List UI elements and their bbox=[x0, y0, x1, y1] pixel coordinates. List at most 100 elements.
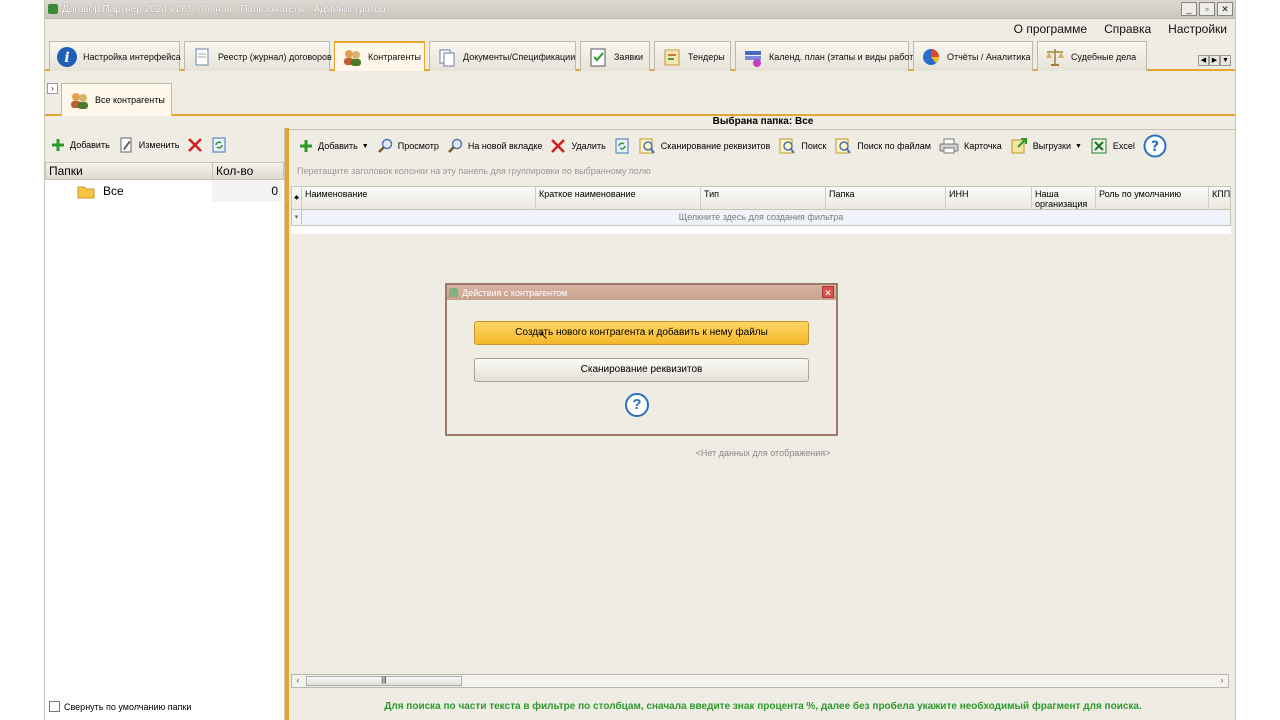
tab-scroll: ◀ ▶ ▼ bbox=[1198, 55, 1231, 66]
users-icon bbox=[344, 50, 361, 66]
tab-scroll-right[interactable]: ▶ bbox=[1209, 55, 1220, 66]
svg-text:i: i bbox=[64, 50, 69, 66]
folder-name: Все bbox=[103, 184, 124, 198]
sub-tabs: › Все контрагенты bbox=[45, 79, 1235, 116]
create-counterparty-button[interactable]: Создать нового контрагента и добавить к … bbox=[474, 321, 809, 345]
col-folder[interactable]: Папка bbox=[826, 187, 946, 209]
folder-add-button[interactable]: Добавить bbox=[51, 138, 110, 152]
col-default-role[interactable]: Роль по умолчанию bbox=[1096, 187, 1209, 209]
delete-icon bbox=[551, 139, 566, 153]
file-search-button[interactable]: Поиск по файлам bbox=[834, 137, 931, 155]
add-button[interactable]: Добавить ▼ bbox=[299, 139, 369, 153]
scroll-thumb[interactable]: ||| bbox=[306, 676, 462, 686]
tab-requests[interactable]: Заявки bbox=[580, 41, 650, 71]
folder-refresh-button[interactable] bbox=[211, 137, 227, 153]
menu-bar: О программе Справка Настройки bbox=[45, 19, 1235, 39]
dialog-close-button[interactable]: ✕ bbox=[822, 286, 834, 298]
grid-corner[interactable]: ◆ bbox=[292, 187, 302, 209]
dialog-help-icon[interactable]: ? bbox=[625, 393, 649, 417]
menu-about[interactable]: О программе bbox=[1014, 22, 1087, 36]
dialog-title: Действия с контрагентом bbox=[462, 287, 568, 298]
minimize-button[interactable]: _ bbox=[1181, 2, 1197, 16]
dialog-icon bbox=[449, 288, 458, 297]
checklist-icon bbox=[590, 48, 606, 66]
card-button[interactable]: Карточка bbox=[939, 138, 1002, 154]
no-data-message: <Нет данных для отображения> bbox=[695, 448, 831, 458]
scan-requisites-dialog-button[interactable]: Сканирование реквизитов bbox=[474, 358, 809, 382]
folder-delete-button[interactable] bbox=[187, 137, 203, 153]
help-button[interactable]: ? bbox=[1143, 134, 1167, 158]
info-icon: i bbox=[57, 46, 77, 67]
menu-settings[interactable]: Настройки bbox=[1168, 22, 1227, 36]
title-bar: Договор Партнер 2024 v17.0 Полная . Поль… bbox=[45, 0, 1235, 19]
col-type[interactable]: Тип bbox=[701, 187, 826, 209]
selected-folder-label: Выбрана папка: Все bbox=[289, 116, 1235, 130]
counterparties-grid: ◆ Наименование Краткое наименование Тип … bbox=[291, 186, 1231, 234]
documents-icon bbox=[439, 49, 455, 66]
menu-help[interactable]: Справка bbox=[1104, 22, 1151, 36]
grid-header: ◆ Наименование Краткое наименование Тип … bbox=[291, 186, 1231, 210]
folder-edit-button[interactable]: Изменить bbox=[118, 137, 179, 153]
tab-calendar-plan[interactable]: Календ. план (этапы и виды работ) bbox=[735, 41, 916, 71]
filter-icon: ▾ bbox=[292, 210, 302, 225]
scroll-left-arrow[interactable]: ‹ bbox=[292, 675, 304, 687]
open-new-tab-button[interactable]: На новой вкладке bbox=[447, 138, 542, 154]
tab-interface-settings[interactable]: i Настройка интерфейса bbox=[49, 41, 181, 71]
filter-row[interactable]: ▾ Щелкните здесь для создания фильтра bbox=[291, 210, 1231, 226]
expand-panel-button[interactable]: › bbox=[47, 83, 58, 94]
view-button[interactable]: Просмотр bbox=[377, 138, 439, 154]
maximize-button[interactable]: ▫ bbox=[1199, 2, 1215, 16]
counterparties-toolbar: Добавить ▼ Просмотр На новой вкладке Уда… bbox=[289, 130, 1235, 162]
tab-contracts-registry[interactable]: Реестр (журнал) договоров bbox=[184, 41, 332, 71]
group-by-panel[interactable]: Перетащите заголовок колонки на эту пане… bbox=[289, 162, 1235, 182]
search-hint: Для поиска по части текста в фильтре по … bbox=[384, 701, 1142, 712]
file-search-icon bbox=[835, 138, 852, 154]
tab-court-cases[interactable]: Судебные дела bbox=[1037, 41, 1147, 71]
folder-row[interactable]: Все 0 bbox=[45, 180, 284, 202]
tender-icon bbox=[664, 49, 680, 65]
plus-icon bbox=[300, 140, 312, 152]
delete-button[interactable]: Удалить bbox=[550, 138, 606, 154]
horizontal-scrollbar[interactable]: ‹ ||| › bbox=[291, 674, 1229, 688]
svg-text:?: ? bbox=[1151, 139, 1159, 155]
pie-chart-icon bbox=[923, 48, 939, 65]
tab-scroll-left[interactable]: ◀ bbox=[1198, 55, 1209, 66]
app-icon bbox=[48, 4, 58, 14]
col-inn[interactable]: ИНН bbox=[946, 187, 1032, 209]
excel-button[interactable]: Excel bbox=[1090, 137, 1135, 155]
refresh-icon bbox=[615, 138, 629, 154]
tab-list-dropdown[interactable]: ▼ bbox=[1220, 55, 1231, 66]
scroll-right-arrow[interactable]: › bbox=[1216, 675, 1228, 687]
app-window: Договор Партнер 2024 v17.0 Полная . Поль… bbox=[44, 0, 1236, 720]
search-button[interactable]: Поиск bbox=[778, 137, 826, 155]
tab-documents[interactable]: Документы/Спецификации bbox=[429, 41, 576, 71]
col-our-org[interactable]: Наша организация bbox=[1032, 187, 1096, 209]
tab-all-counterparties[interactable]: Все контрагенты bbox=[61, 83, 172, 116]
users-icon bbox=[71, 93, 88, 109]
scan-icon bbox=[639, 138, 655, 154]
col-name[interactable]: Наименование bbox=[302, 187, 536, 209]
mouse-cursor-icon: ↖ bbox=[539, 330, 549, 342]
excel-icon bbox=[1091, 138, 1107, 154]
tab-counterparties[interactable]: Контрагенты bbox=[334, 41, 425, 71]
col-short-name[interactable]: Краткое наименование bbox=[536, 187, 701, 209]
col-count[interactable]: Кол-во bbox=[213, 163, 283, 179]
collapse-folders-option[interactable]: Свернуть по умолчанию папки bbox=[49, 701, 191, 712]
magnifier-icon bbox=[377, 138, 392, 153]
export-button[interactable]: Выгрузки ▼ bbox=[1010, 137, 1082, 155]
col-kpp[interactable]: КПП bbox=[1209, 187, 1230, 209]
refresh-button[interactable] bbox=[614, 138, 630, 154]
collapse-folders-checkbox[interactable] bbox=[49, 701, 60, 712]
refresh-icon bbox=[212, 137, 226, 153]
edit-icon bbox=[120, 137, 132, 153]
col-folders[interactable]: Папки bbox=[46, 163, 213, 179]
folder-count: 0 bbox=[212, 180, 282, 202]
dialog-title-bar: Действия с контрагентом bbox=[447, 285, 836, 300]
plus-icon bbox=[52, 139, 64, 151]
tab-reports[interactable]: Отчёты / Аналитика bbox=[913, 41, 1033, 71]
folder-icon bbox=[77, 186, 95, 198]
tab-tenders[interactable]: Тендеры bbox=[654, 41, 731, 71]
scan-requisites-button[interactable]: Сканирование реквизитов bbox=[638, 137, 770, 155]
close-button[interactable]: ✕ bbox=[1217, 2, 1233, 16]
counterparty-actions-dialog: Действия с контрагентом ✕ Создать нового… bbox=[445, 283, 838, 436]
